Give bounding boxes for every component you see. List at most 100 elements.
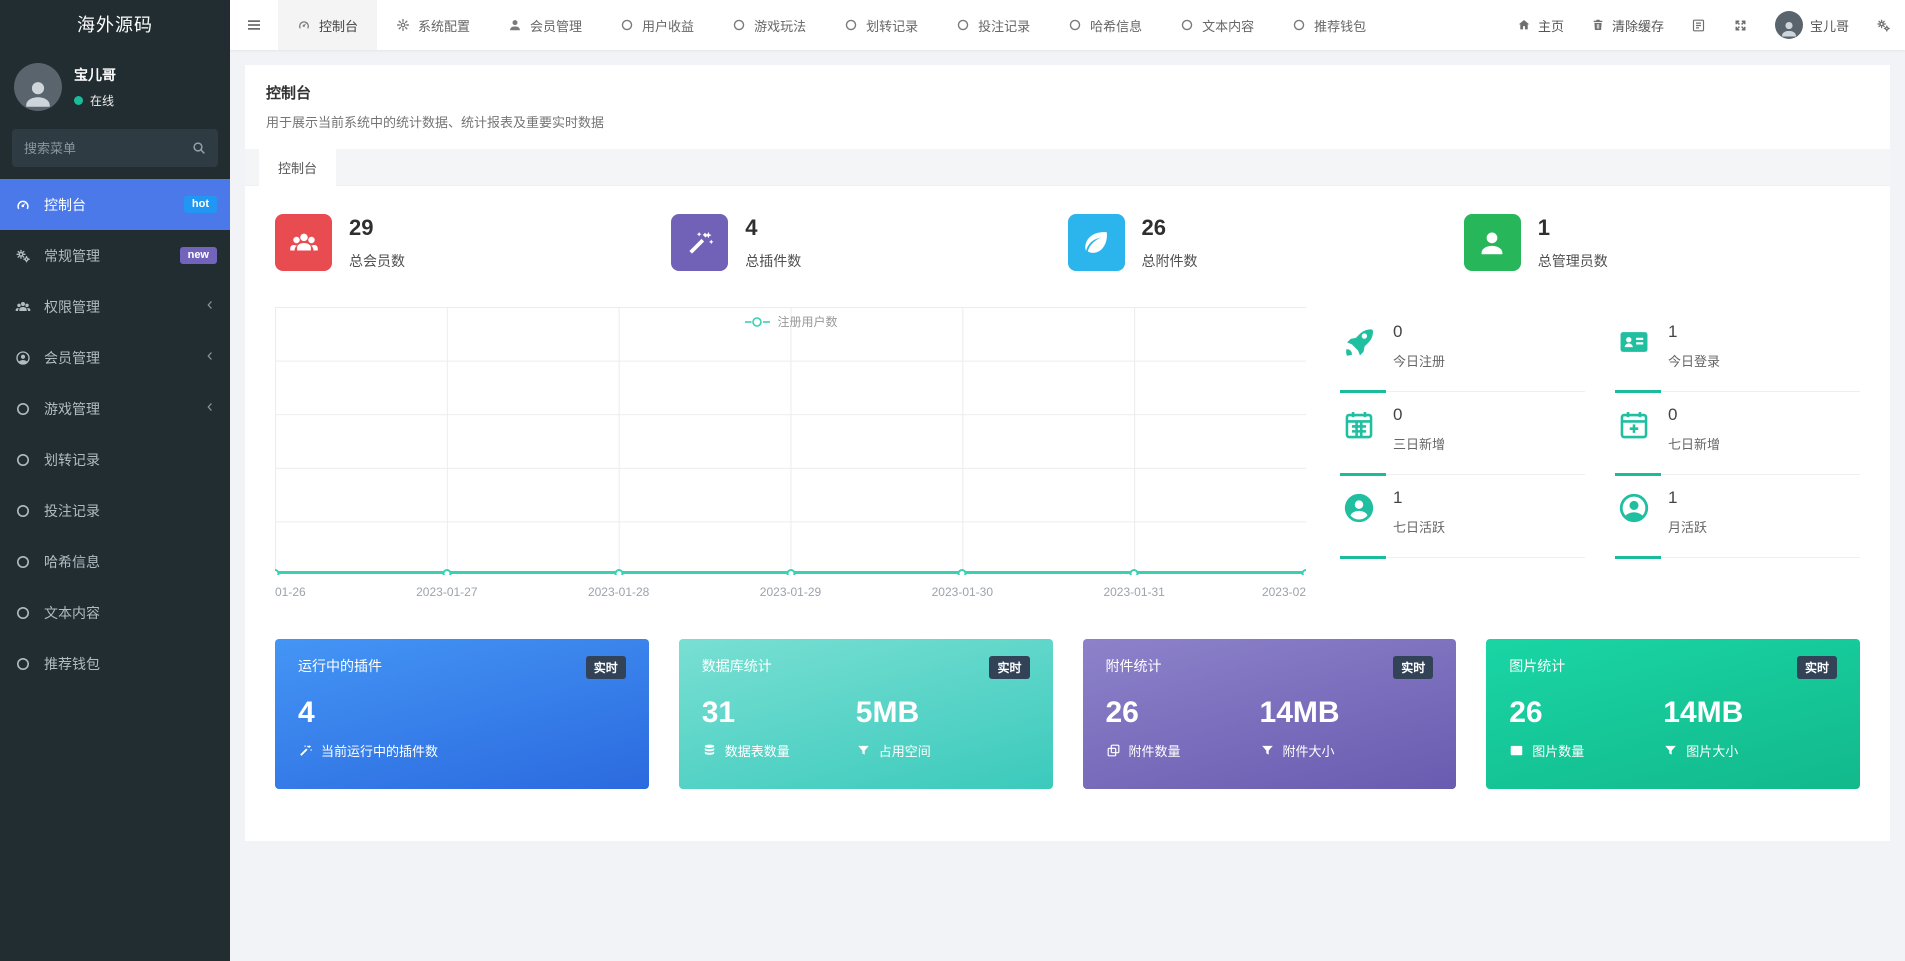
language-button[interactable] (1691, 18, 1706, 33)
mini-stat-value: 1 (1668, 488, 1678, 507)
sidebar-item-game[interactable]: 游戏管理 (0, 383, 230, 434)
nav-tab-wallet[interactable]: 推荐钱包 (1273, 0, 1385, 50)
nav-tab-label: 推荐钱包 (1314, 18, 1367, 34)
data-point-marker (442, 569, 452, 575)
circle-icon (844, 18, 858, 32)
card-value-label: 当前运行中的插件数 (321, 744, 439, 759)
hot-badge: hot (183, 196, 217, 213)
calendar-icon (1340, 405, 1378, 453)
x-axis-label: 01-26 (275, 585, 306, 599)
search-icon[interactable] (191, 140, 207, 156)
circle-icon (13, 401, 33, 417)
nav-tab-dashboard[interactable]: 控制台 (278, 0, 378, 50)
chart-plot-area (275, 307, 1306, 575)
clear-cache-button[interactable]: 清除缓存 (1591, 16, 1664, 35)
cogs-icon (1876, 18, 1891, 33)
sidebar-menu: 控制台 hot 常规管理 new 权限管理 会员管理 游戏管理 划转记录 投注记… (0, 179, 230, 961)
page-title: 控制台 (266, 85, 312, 102)
stat-card-total-attachments: 26 总附件数 (1067, 214, 1464, 271)
sidebar-item-hash[interactable]: 哈希信息 (0, 536, 230, 587)
nav-tab-text[interactable]: 文本内容 (1161, 0, 1273, 50)
online-status-label: 在线 (90, 94, 115, 108)
card-title: 运行中的插件 (298, 658, 382, 674)
x-axis-label: 2023-01-29 (759, 585, 822, 599)
chevron-left-icon (203, 400, 217, 417)
data-point-marker (1129, 569, 1139, 575)
gradient-card-running-plugins: 运行中的插件 实时 4 当前运行中的插件数 (275, 639, 649, 789)
topbar-tabs: 控制台 系统配置 会员管理 用户收益 游戏玩法 划转记录 投注记录 哈希信息 文… (278, 0, 1385, 50)
user-name: 宝儿哥 (74, 67, 116, 83)
search-input[interactable] (12, 129, 218, 167)
nav-tab-label: 系统配置 (418, 18, 471, 34)
fullscreen-button[interactable] (1733, 18, 1748, 33)
mini-stat-7day-new: 0 七日新增 (1615, 392, 1860, 476)
leaf-icon (1067, 214, 1125, 271)
data-point-marker (1301, 569, 1306, 575)
id-card-icon (1615, 322, 1653, 370)
circle-icon (620, 18, 634, 32)
realtime-badge: 实时 (989, 656, 1030, 679)
nav-tab-user-income[interactable]: 用户收益 (601, 0, 713, 50)
nav-tab-member[interactable]: 会员管理 (489, 0, 601, 50)
hamburger-icon[interactable] (230, 0, 278, 50)
circle-icon (13, 656, 33, 672)
page-subtitle: 用于展示当前系统中的统计数据、统计报表及重要实时数据 (266, 115, 605, 130)
avatar[interactable] (14, 63, 62, 111)
stat-label: 总插件数 (745, 252, 802, 269)
realtime-badge: 实时 (1796, 656, 1837, 679)
sidebar-item-bet[interactable]: 投注记录 (0, 485, 230, 536)
stat-cards-row: 29 总会员数 4 总插件数 26 总附件数 1 总管理员数 (275, 214, 1860, 271)
filter-icon (1663, 743, 1678, 758)
fullscreen-icon (1733, 18, 1748, 33)
sidebar-item-auth[interactable]: 权限管理 (0, 281, 230, 332)
home-label: 主页 (1537, 18, 1564, 34)
card-value-label: 占用空间 (878, 744, 931, 759)
topbar: 控制台 系统配置 会员管理 用户收益 游戏玩法 划转记录 投注记录 哈希信息 文… (230, 0, 1905, 50)
user-icon (508, 18, 522, 32)
mini-stat-month-active: 1 月活跃 (1615, 475, 1860, 559)
legend-label: 注册用户数 (777, 315, 838, 329)
nav-tab-hash[interactable]: 哈希信息 (1049, 0, 1161, 50)
circle-icon (1292, 18, 1306, 32)
settings-button[interactable] (1876, 18, 1891, 33)
stat-label: 总管理员数 (1537, 252, 1608, 269)
card-value-label: 图片大小 (1686, 744, 1739, 759)
mini-stat-value: 0 (1668, 405, 1678, 424)
magic-wand-icon (298, 743, 313, 758)
card-value-label: 附件数量 (1128, 744, 1181, 759)
nav-tab-system-config[interactable]: 系统配置 (377, 0, 489, 50)
content-tab-dashboard[interactable]: 控制台 (259, 149, 337, 186)
home-icon (1517, 18, 1531, 32)
nav-tab-transfer[interactable]: 划转记录 (825, 0, 937, 50)
nav-tab-label: 游戏玩法 (754, 18, 807, 34)
nav-tab-bet[interactable]: 投注记录 (937, 0, 1049, 50)
online-status: 在线 (74, 92, 116, 109)
chart-legend[interactable]: 注册用户数 (743, 313, 838, 330)
calendar-plus-icon (1615, 405, 1653, 453)
user-menu[interactable]: 宝儿哥 (1774, 11, 1849, 39)
stat-label: 总附件数 (1141, 252, 1198, 269)
sidebar-item-text[interactable]: 文本内容 (0, 587, 230, 638)
card-title: 图片统计 (1509, 658, 1566, 674)
sidebar-search (12, 129, 218, 167)
sidebar-item-dashboard[interactable]: 控制台 hot (0, 179, 230, 230)
card-value: 14MB (1259, 696, 1340, 729)
circle-icon (1180, 18, 1194, 32)
language-icon (1691, 18, 1706, 33)
filter-icon (1260, 743, 1275, 758)
nav-tab-game-play[interactable]: 游戏玩法 (713, 0, 825, 50)
mini-stat-label: 三日新增 (1393, 437, 1446, 452)
user-circle-icon (13, 350, 33, 366)
app-logo[interactable]: 海外源码 (0, 0, 230, 50)
mini-stat-label: 七日新增 (1668, 437, 1721, 452)
tachometer-icon (297, 18, 311, 32)
sidebar-item-general[interactable]: 常规管理 new (0, 230, 230, 281)
card-value: 26 (1509, 696, 1543, 729)
x-axis-label: 2023-02 (1261, 585, 1306, 599)
stat-value: 1 (1537, 214, 1550, 240)
sidebar-item-transfer[interactable]: 划转记录 (0, 434, 230, 485)
home-button[interactable]: 主页 (1517, 16, 1564, 35)
sidebar-item-wallet[interactable]: 推荐钱包 (0, 638, 230, 689)
sidebar-item-member[interactable]: 会员管理 (0, 332, 230, 383)
dashboard-body: 29 总会员数 4 总插件数 26 总附件数 1 总管理员数 注册用户数 01-… (245, 186, 1890, 841)
